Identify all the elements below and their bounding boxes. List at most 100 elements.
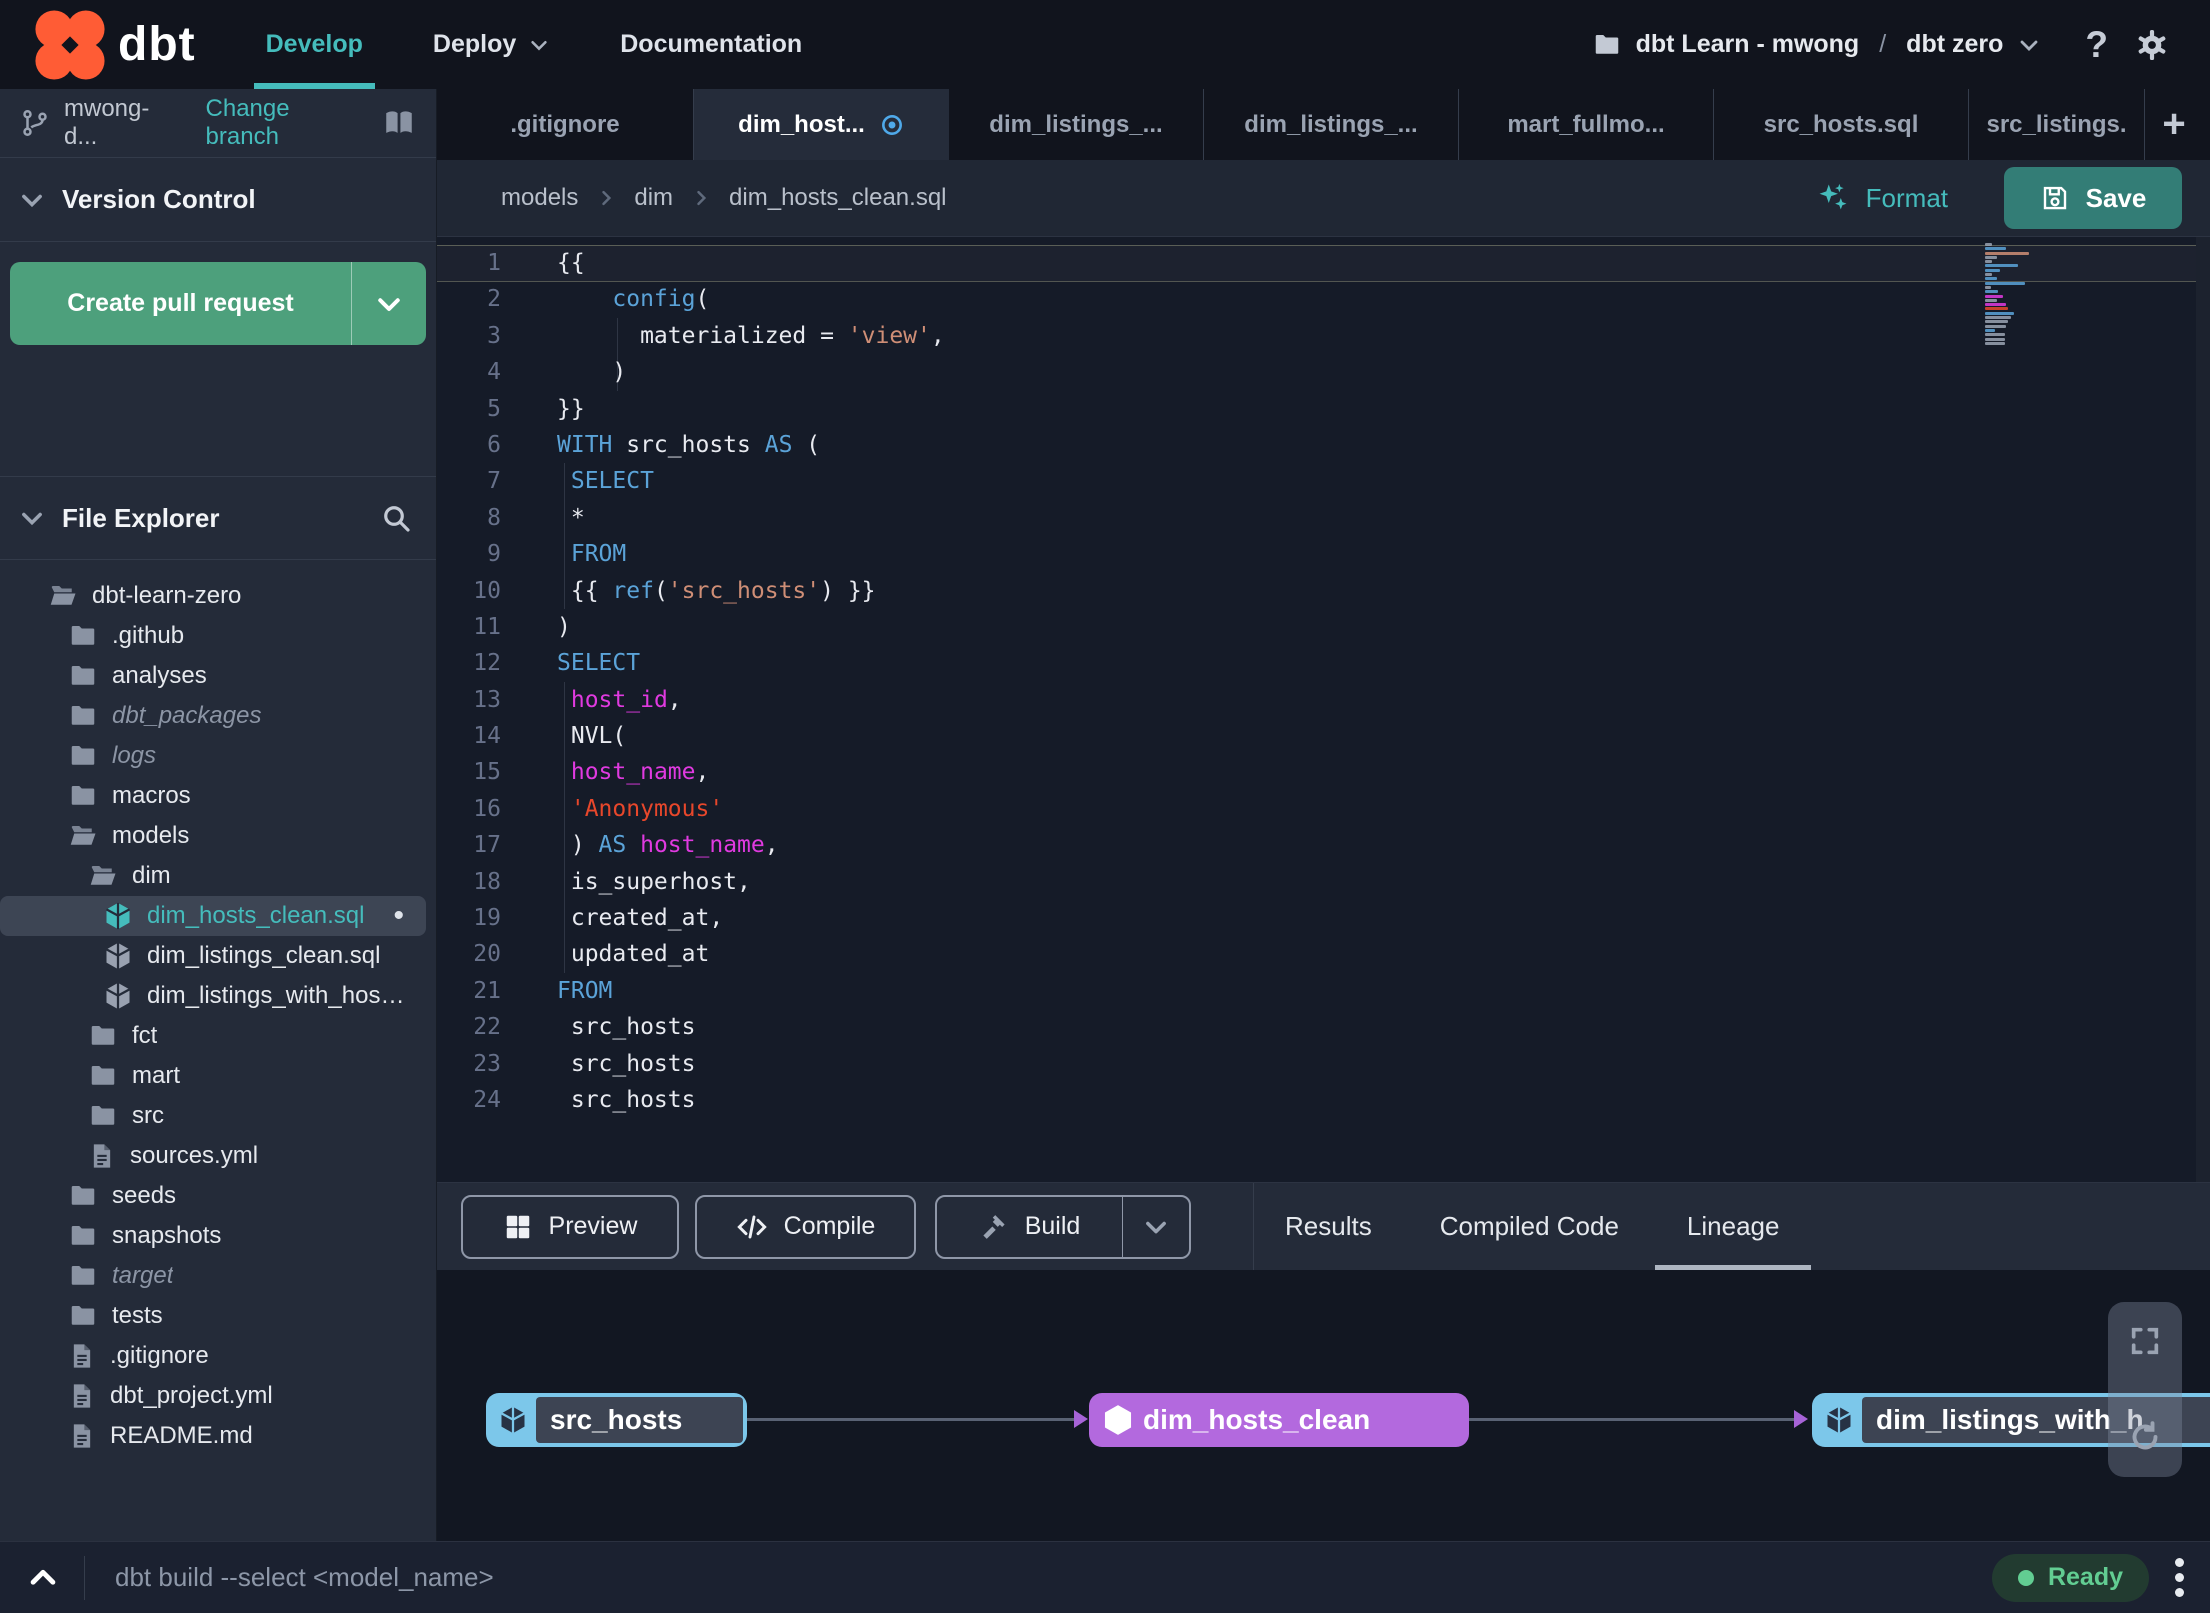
- minimap[interactable]: [1985, 243, 2031, 346]
- status-label: Ready: [2047, 1563, 2123, 1591]
- tab-dim-listings-[interactable]: dim_listings_...: [1204, 89, 1459, 160]
- lineage-node-label: src_hosts: [536, 1397, 743, 1443]
- file-explorer-header[interactable]: File Explorer: [0, 476, 436, 560]
- dbt-logo: dbt: [34, 9, 196, 81]
- folder-icon: [68, 741, 98, 771]
- folder-src[interactable]: src: [0, 1096, 436, 1136]
- folder-tests[interactable]: tests: [0, 1296, 436, 1336]
- file-dbt-project-yml[interactable]: dbt_project.yml: [0, 1376, 436, 1416]
- nav-documentation[interactable]: Documentation: [620, 0, 802, 89]
- code-line: src_hosts: [557, 1050, 696, 1077]
- chevron-right-icon: [596, 188, 616, 208]
- book-icon[interactable]: [382, 106, 416, 140]
- folder-icon: [68, 1221, 98, 1251]
- file-label: tests: [112, 1302, 163, 1329]
- breadcrumb-part: models: [501, 184, 579, 211]
- lineage-node-dim-hosts-clean[interactable]: dim_hosts_clean: [1089, 1393, 1469, 1447]
- folder-icon: [88, 1021, 118, 1051]
- folder-icon: [68, 701, 98, 731]
- environment-name: dbt zero: [1906, 30, 2004, 58]
- tab-strip: .gitignore dim_host... dim_listings_... dim…: [437, 89, 2145, 160]
- folder-open-icon: [48, 581, 78, 611]
- save-button[interactable]: Save: [2004, 167, 2182, 229]
- file-label: macros: [112, 782, 191, 809]
- project-selector[interactable]: dbt Learn - mwong / dbt zero: [1592, 30, 2042, 60]
- file-label: sources.yml: [130, 1142, 259, 1169]
- code-editor[interactable]: 1 2 3 4 5 6 7 8 9 10 11 12 13 14 15 16 17 18 19 20 21 22 23 24 …: [437, 237, 2210, 1182]
- editor-scrollbar[interactable]: [2196, 237, 2210, 1182]
- code-line: {{ ref('src_hosts') }}: [557, 577, 876, 604]
- search-icon[interactable]: [380, 502, 412, 534]
- chevron-up-icon[interactable]: [26, 1561, 60, 1595]
- preview-button[interactable]: Preview: [461, 1194, 679, 1259]
- command-input[interactable]: dbt build --select <model_name>: [115, 1562, 1992, 1593]
- tab-src-listings-[interactable]: src_listings.: [1969, 89, 2145, 160]
- folder-dbt-learn-zero[interactable]: dbt-learn-zero: [0, 576, 436, 616]
- gear-icon[interactable]: [2134, 27, 2170, 63]
- lineage-node-label: dim_hosts_clean: [1143, 1404, 1371, 1435]
- code-line: config(: [612, 286, 710, 313]
- file--gitignore[interactable]: .gitignore: [0, 1336, 436, 1376]
- folder-dbt-packages[interactable]: dbt_packages: [0, 696, 436, 736]
- tab-dim-host-[interactable]: dim_host...: [694, 89, 949, 160]
- tab-lineage[interactable]: Lineage: [1655, 1183, 1811, 1270]
- lineage-edge: [747, 1418, 1077, 1421]
- folder-icon: [68, 1181, 98, 1211]
- code-line: host_name,: [570, 759, 710, 786]
- lineage-node-src-hosts[interactable]: src_hosts: [486, 1393, 747, 1447]
- new-tab-button[interactable]: +: [2145, 89, 2203, 160]
- folder-seeds[interactable]: seeds: [0, 1176, 436, 1216]
- file-dim-listings-with-hosts-[interactable]: dim_listings_with_hosts...: [0, 976, 436, 1016]
- folder-fct[interactable]: fct: [0, 1016, 436, 1056]
- tab-results[interactable]: Results: [1283, 1183, 1374, 1270]
- code-line: NVL(: [557, 723, 627, 750]
- change-branch-link[interactable]: Change branch: [206, 95, 368, 151]
- folder-target[interactable]: target: [0, 1256, 436, 1296]
- tab-src-hosts-sql[interactable]: src_hosts.sql: [1714, 89, 1969, 160]
- create-pull-request-dropdown[interactable]: [352, 262, 426, 345]
- build-button[interactable]: Build: [937, 1196, 1123, 1257]
- folder-dim[interactable]: dim: [0, 856, 436, 896]
- dbt-cloud-ide: dbt Develop Deploy Documentation dbt Lea…: [0, 0, 2210, 1613]
- refresh-icon[interactable]: [2127, 1419, 2163, 1455]
- file-icon: [68, 1342, 96, 1370]
- create-pull-request-button: Create pull request: [10, 262, 426, 345]
- model-icon: [103, 941, 133, 971]
- file-dim-listings-clean-sql[interactable]: dim_listings_clean.sql: [0, 936, 436, 976]
- lineage-edge: [1469, 1418, 1797, 1421]
- file-sources-yml[interactable]: sources.yml: [0, 1136, 436, 1176]
- tab--gitignore[interactable]: .gitignore: [437, 89, 694, 160]
- tab-dim-listings-[interactable]: dim_listings_...: [949, 89, 1204, 160]
- folder-mart[interactable]: mart: [0, 1056, 436, 1096]
- version-control-header[interactable]: Version Control: [0, 158, 436, 242]
- tab-label: mart_fullmo...: [1507, 110, 1665, 138]
- build-dropdown-button[interactable]: [1123, 1197, 1189, 1257]
- file-readme-md[interactable]: README.md: [0, 1416, 436, 1456]
- file-icon: [68, 1382, 96, 1410]
- format-button[interactable]: Format: [1816, 181, 1948, 215]
- table-grid-icon: [503, 1212, 533, 1242]
- folder-macros[interactable]: macros: [0, 776, 436, 816]
- tab-mart-fullmo-[interactable]: mart_fullmo...: [1459, 89, 1714, 160]
- create-pull-request-main[interactable]: Create pull request: [10, 262, 352, 345]
- file-label: mart: [132, 1062, 180, 1089]
- nav-deploy[interactable]: Deploy: [433, 0, 550, 89]
- folder-snapshots[interactable]: snapshots: [0, 1216, 436, 1256]
- file-dim-hosts-clean-sql[interactable]: dim_hosts_clean.sql •: [0, 896, 426, 936]
- fullscreen-icon[interactable]: [2128, 1324, 2162, 1358]
- folder-models[interactable]: models: [0, 816, 436, 856]
- folder-logs[interactable]: logs: [0, 736, 436, 776]
- folder-analyses[interactable]: analyses: [0, 656, 436, 696]
- tab-compiled-code[interactable]: Compiled Code: [1438, 1183, 1621, 1270]
- compile-button[interactable]: Compile: [695, 1194, 916, 1259]
- nav-develop[interactable]: Develop: [253, 0, 376, 89]
- lineage-edge-arrowhead: [1794, 1410, 1808, 1428]
- code-line: 'Anonymous': [570, 795, 724, 822]
- file-label: dim_hosts_clean.sql: [147, 902, 365, 929]
- folder--github[interactable]: .github: [0, 616, 436, 656]
- tab-label: dim_listings_...: [1244, 110, 1418, 138]
- code-line: host_id,: [570, 686, 682, 713]
- help-icon[interactable]: ?: [2085, 24, 2108, 66]
- file-tree: dbt-learn-zero .github analyses dbt_package…: [0, 576, 436, 1456]
- kebab-menu-icon[interactable]: [2175, 1558, 2184, 1597]
